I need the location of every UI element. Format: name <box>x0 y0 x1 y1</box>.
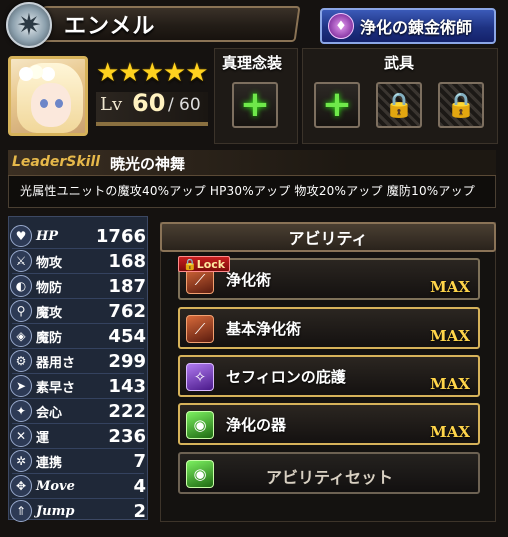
level-max: 60 <box>179 95 201 115</box>
weapon-slot-1[interactable]: + <box>314 82 360 128</box>
stat-row-critical: ✦ 会心 222 <box>10 399 146 423</box>
plus-icon: + <box>321 84 353 125</box>
padlock-icon: 🔒 <box>384 91 414 119</box>
class-button[interactable]: ♦ 浄化の錬金術師 <box>320 8 496 44</box>
stat-label: 物防 <box>36 280 63 296</box>
gear-icon: ⚙ <box>10 350 32 372</box>
stat-label: Move <box>36 478 75 494</box>
stat-row-speed: ➤ 素早さ 143 <box>10 374 146 398</box>
ability-level: MAX <box>430 423 470 441</box>
shield-icon: ◐ <box>10 275 32 297</box>
stat-value: 168 <box>108 250 146 272</box>
leader-skill-description: 光属性ユニットの魔攻40%アップ HP30%アップ 物攻20%アップ 魔防10%… <box>20 184 475 198</box>
stat-row-physical-attack: ⚔ 物攻 168 <box>10 249 146 273</box>
level-progress-bar <box>96 122 208 126</box>
stat-value: 222 <box>108 400 146 422</box>
stat-row-magic-attack: ⚲ 魔攻 762 <box>10 299 146 323</box>
shinri-nenso-slot[interactable]: + <box>232 82 278 128</box>
stat-label: 物攻 <box>36 255 63 271</box>
class-label: 浄化の錬金術師 <box>360 18 473 37</box>
stat-value: 299 <box>108 350 146 372</box>
element-light-emblem-icon: ✷ <box>6 2 52 48</box>
boot-icon: ➤ <box>10 375 32 397</box>
link-icon: ✲ <box>10 450 32 472</box>
lock-label: Lock <box>196 257 226 271</box>
ability-set-button[interactable]: ◉ アビリティセット <box>178 452 480 494</box>
ability-name: 浄化の器 <box>226 416 287 434</box>
stat-row-link: ✲ 連携 7 <box>10 449 146 473</box>
stat-value: 762 <box>108 300 146 322</box>
critical-icon: ✦ <box>10 400 32 422</box>
stat-label: 素早さ <box>36 380 76 396</box>
rarity-stars: ★★★★★ <box>96 58 209 88</box>
stat-label: HP <box>36 228 59 244</box>
stat-row-jump: ⇑ Jump 2 <box>10 499 146 523</box>
ability-set-label: アビリティセット <box>266 468 394 487</box>
ability-name: 浄化術 <box>226 271 272 289</box>
stat-row-dexterity: ⚙ 器用さ 299 <box>10 349 146 373</box>
stat-label: 会心 <box>36 405 63 421</box>
ability-set-icon: ◉ <box>186 460 214 488</box>
ability-name: 基本浄化術 <box>226 320 302 338</box>
ability-level: MAX <box>430 375 470 393</box>
shinri-nenso-title: 真理念装 <box>222 54 283 72</box>
level-separator: / <box>168 95 174 115</box>
stat-row-magic-defense: ◈ 魔防 454 <box>10 324 146 348</box>
clover-icon: ✕ <box>10 425 32 447</box>
ability-wand-icon: ✧ <box>186 363 214 391</box>
weapon-slot-3-locked[interactable]: 🔒 <box>438 82 484 128</box>
ability-header: アビリティ <box>160 222 496 252</box>
stat-value: 7 <box>133 450 146 472</box>
leader-skill-tag: LeaderSkill <box>12 154 101 170</box>
padlock-icon: 🔒 <box>446 91 476 119</box>
weapon-title: 武具 <box>384 54 415 72</box>
stat-label: 連携 <box>36 455 63 471</box>
heart-icon: ♥ <box>10 225 32 247</box>
stat-value: 2 <box>133 500 146 522</box>
stat-value: 187 <box>108 275 146 297</box>
character-name: エンメル <box>64 14 156 39</box>
ability-staff-icon: ⟋ <box>186 315 214 343</box>
stat-row-luck: ✕ 運 236 <box>10 424 146 448</box>
stat-label: 魔攻 <box>36 305 63 321</box>
character-portrait[interactable] <box>8 56 88 136</box>
stat-value: 454 <box>108 325 146 347</box>
magic-shield-icon: ◈ <box>10 325 32 347</box>
stat-label: 魔防 <box>36 330 63 346</box>
ability-slot-2[interactable]: ⟋ 基本浄化術 MAX <box>178 307 480 349</box>
lock-badge: 🔒 Lock <box>178 256 231 272</box>
staff-icon: ⚲ <box>10 300 32 322</box>
plus-icon: + <box>239 84 271 125</box>
stat-value: 236 <box>108 425 146 447</box>
ability-slot-3[interactable]: ✧ セフィロンの庇護 MAX <box>178 355 480 397</box>
ability-level: MAX <box>430 327 470 345</box>
stat-row-hp: ♥ HP 1766 <box>10 224 146 248</box>
stat-label: Jump <box>36 503 75 519</box>
leader-skill-name: 暁光の神舞 <box>110 155 186 173</box>
ability-name: セフィロンの庇護 <box>226 368 346 386</box>
level-value: 60 <box>132 89 166 117</box>
padlock-icon: 🔒 <box>183 257 197 271</box>
stat-label: 器用さ <box>36 355 76 371</box>
stat-value: 4 <box>133 475 146 497</box>
level-label: Lv <box>100 94 123 115</box>
stat-value: 1766 <box>95 225 146 247</box>
ability-vessel-icon: ◉ <box>186 411 214 439</box>
sword-icon: ⚔ <box>10 250 32 272</box>
ability-level: MAX <box>430 278 470 296</box>
stat-row-physical-defense: ◐ 物防 187 <box>10 274 146 298</box>
stat-value: 143 <box>108 375 146 397</box>
stat-label: 運 <box>36 430 50 446</box>
stat-row-move: ✥ Move 4 <box>10 474 146 498</box>
weapon-slot-2-locked[interactable]: 🔒 <box>376 82 422 128</box>
jump-icon: ⇑ <box>10 500 32 522</box>
move-icon: ✥ <box>10 475 32 497</box>
ability-slot-4[interactable]: ◉ 浄化の器 MAX <box>178 403 480 445</box>
class-crest-icon: ♦ <box>328 13 354 39</box>
